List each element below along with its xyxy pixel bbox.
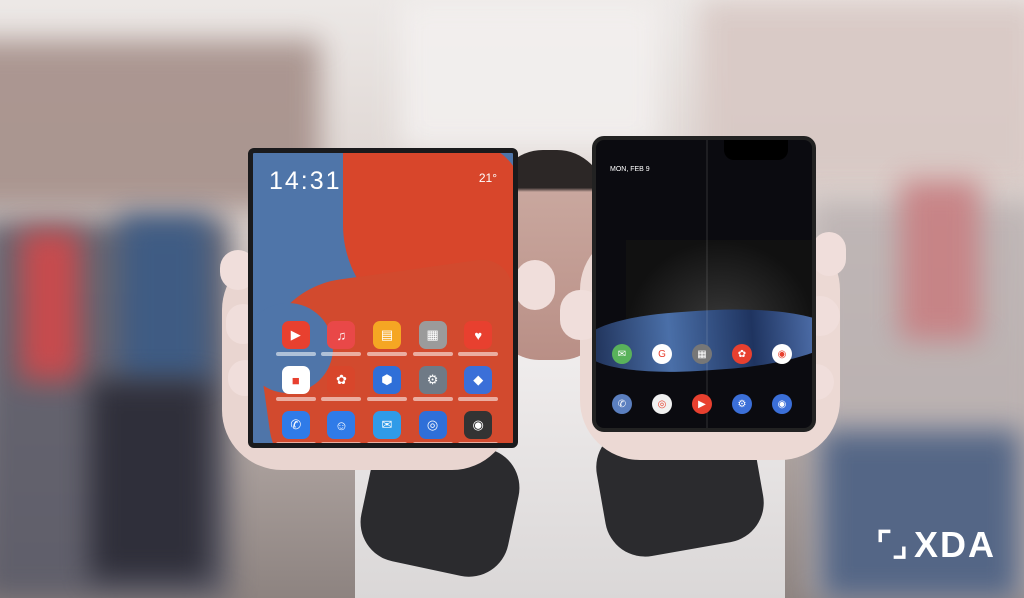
- camera-notch: [724, 140, 788, 160]
- app-cell[interactable]: ⬢: [364, 366, 410, 401]
- app-cell[interactable]: ♥: [455, 321, 501, 356]
- huawei-foldable-phone: 14:31 21° ▶ ♫ ▤ ▦ ♥ ■ ✿ ⬢ ⚙ ◆ ✆ ☺ ✉ ◎ ◉: [248, 148, 518, 448]
- security-icon[interactable]: ⬢: [372, 366, 401, 394]
- xda-logo-text: XDA: [913, 524, 996, 565]
- books-icon[interactable]: ▤: [372, 321, 401, 349]
- settings-icon[interactable]: ⚙: [418, 366, 447, 394]
- app-cell[interactable]: ✉: [364, 411, 410, 443]
- hotseat-row: ✆ ◎ ▶ ⚙ ◉: [612, 394, 792, 414]
- themes-icon[interactable]: ◆: [464, 366, 493, 394]
- photo-scene: 14:31 21° ▶ ♫ ▤ ▦ ♥ ■ ✿ ⬢ ⚙ ◆ ✆ ☺ ✉ ◎ ◉ MON, FEB 9 ✉ G ▦…: [0, 0, 1024, 598]
- app-label: [412, 352, 453, 356]
- app-cell[interactable]: ▶: [273, 321, 319, 356]
- gallery-icon[interactable]: ✿: [732, 344, 752, 364]
- gallery-icon[interactable]: ▦: [418, 321, 447, 349]
- store-icon[interactable]: ■: [281, 366, 310, 394]
- app-cell[interactable]: ⚙: [410, 366, 456, 401]
- camera-icon[interactable]: ◉: [772, 344, 792, 364]
- date-widget: MON, FEB 9: [610, 166, 650, 173]
- app-label: [366, 442, 407, 443]
- messages-icon[interactable]: ✉: [372, 411, 401, 439]
- google-icon[interactable]: G: [652, 344, 672, 364]
- app-label: [412, 397, 453, 401]
- samsung-foldable-phone: MON, FEB 9 ✉ G ▦ ✿ ◉ ✆ ◎ ▶ ⚙ ◉: [592, 136, 816, 432]
- app-cell[interactable]: ✿: [319, 366, 365, 401]
- clock-widget: 14:31: [269, 167, 342, 195]
- music-icon[interactable]: ♫: [327, 321, 356, 349]
- health-icon[interactable]: ♥: [464, 321, 493, 349]
- background-blue-garment: [120, 215, 210, 385]
- wechat-icon[interactable]: ✉: [612, 344, 632, 364]
- phone-icon[interactable]: ✆: [281, 411, 310, 439]
- app-label: [366, 397, 407, 401]
- xda-watermark: ⌜⌟ XDA: [876, 524, 996, 566]
- app-label: [321, 352, 362, 356]
- app-cell[interactable]: ▦: [410, 321, 456, 356]
- app-label: [321, 397, 362, 401]
- app-cell[interactable]: ✆: [273, 411, 319, 443]
- weather-widget: 21°: [478, 171, 497, 185]
- left-thumb: [515, 260, 555, 310]
- app-cell[interactable]: ◎: [410, 411, 456, 443]
- xda-logo-icon: ⌜⌟: [876, 526, 908, 564]
- app-cell[interactable]: ☺: [319, 411, 365, 443]
- app-label: [458, 352, 499, 356]
- app-label: [412, 442, 453, 443]
- huawei-icon[interactable]: ✿: [327, 366, 356, 394]
- chrome-icon[interactable]: ◎: [652, 394, 672, 414]
- app-row: ✉ G ▦ ✿ ◉: [612, 344, 792, 364]
- background-red-garment: [20, 230, 80, 380]
- phone-icon[interactable]: ✆: [612, 394, 632, 414]
- app-label: [275, 442, 316, 443]
- app-cell[interactable]: ♫: [319, 321, 365, 356]
- contacts-icon[interactable]: ☺: [327, 411, 356, 439]
- app-label: [275, 352, 316, 356]
- background-blue-garment-right: [820, 430, 1020, 598]
- camera-icon[interactable]: ◉: [464, 411, 493, 439]
- background-dark-garment: [90, 380, 210, 580]
- app-cell[interactable]: ◆: [455, 366, 501, 401]
- app-cell[interactable]: ■: [273, 366, 319, 401]
- settings-icon[interactable]: ⚙: [732, 394, 752, 414]
- right-finger: [812, 232, 846, 276]
- folder-icon[interactable]: ▦: [692, 344, 712, 364]
- background-pink-garment: [900, 180, 980, 340]
- fold-crease: [706, 140, 708, 428]
- youtube-icon[interactable]: ▶: [692, 394, 712, 414]
- browser-icon[interactable]: ◎: [418, 411, 447, 439]
- camera-icon[interactable]: ◉: [772, 394, 792, 414]
- background-sky: [400, 0, 660, 150]
- app-cell[interactable]: ◉: [455, 411, 501, 443]
- app-label: [366, 352, 407, 356]
- app-label: [321, 442, 362, 443]
- app-cell[interactable]: ▤: [364, 321, 410, 356]
- app-grid: ▶ ♫ ▤ ▦ ♥ ■ ✿ ⬢ ⚙ ◆ ✆ ☺ ✉ ◎ ◉: [273, 321, 501, 443]
- app-label: [458, 397, 499, 401]
- video-icon[interactable]: ▶: [281, 321, 310, 349]
- app-label: [458, 442, 499, 443]
- app-label: [275, 397, 316, 401]
